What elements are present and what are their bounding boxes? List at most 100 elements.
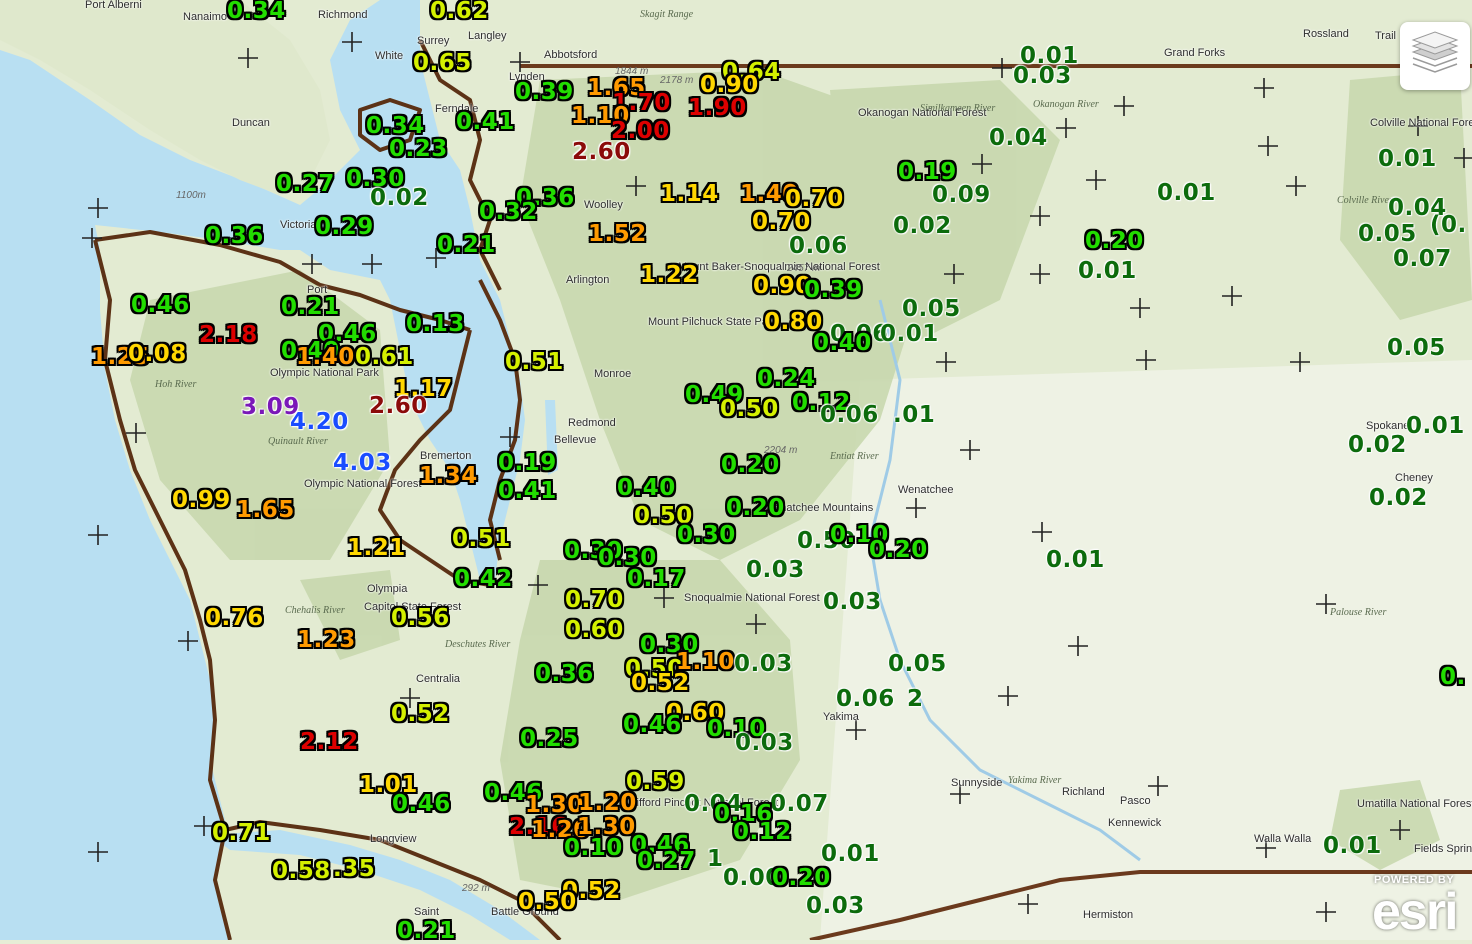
precip-value[interactable]: 0.02: [893, 215, 952, 238]
precip-value[interactable]: 0.04: [989, 127, 1048, 150]
precip-value[interactable]: 0.46: [623, 714, 682, 737]
precip-value[interactable]: 0.21: [281, 296, 340, 319]
precip-value[interactable]: 1.20: [578, 792, 637, 815]
precip-value[interactable]: 0.06: [789, 235, 848, 258]
precip-value[interactable]: 0.01: [1078, 260, 1137, 283]
precip-value[interactable]: 0.17: [627, 568, 686, 591]
precip-value[interactable]: 0.39: [515, 81, 574, 104]
precip-value[interactable]: 0.51: [452, 528, 511, 551]
precip-value[interactable]: 0.01: [880, 323, 939, 346]
layers-button[interactable]: [1400, 22, 1470, 90]
precip-value[interactable]: 0.21: [437, 234, 496, 257]
precip-value[interactable]: 0.07: [770, 793, 829, 816]
precip-value[interactable]: 1.22: [640, 264, 699, 287]
precip-value[interactable]: 0.46: [392, 793, 451, 816]
precip-value[interactable]: 0.19: [898, 161, 957, 184]
precip-value[interactable]: 0.05: [902, 298, 961, 321]
precip-value[interactable]: 0.90: [753, 275, 812, 298]
precip-value[interactable]: 1.23: [297, 629, 356, 652]
precip-value[interactable]: 0.03: [734, 653, 793, 676]
precip-value[interactable]: 0.34: [227, 0, 286, 23]
precip-value[interactable]: 0.13: [406, 313, 465, 336]
precip-value[interactable]: 0.60: [565, 619, 624, 642]
precip-value[interactable]: 0.20: [772, 867, 831, 890]
precip-value[interactable]: 0.70: [785, 188, 844, 211]
precip-value[interactable]: 0.65: [413, 52, 472, 75]
precip-value[interactable]: 0.51: [505, 351, 564, 374]
precip-value[interactable]: 0.71: [212, 822, 271, 845]
precip-value[interactable]: 0.01: [1323, 835, 1382, 858]
precip-value[interactable]: 2.18: [199, 324, 258, 347]
precip-value[interactable]: 0.23: [389, 138, 448, 161]
precip-value[interactable]: 0.20: [1085, 230, 1144, 253]
precip-value[interactable]: 1: [707, 848, 724, 871]
precip-value[interactable]: 0.99: [172, 489, 231, 512]
precip-value[interactable]: 1.21: [347, 537, 406, 560]
precip-value[interactable]: 0.09: [932, 184, 991, 207]
precip-value[interactable]: 0.70: [752, 211, 811, 234]
precip-value[interactable]: 0.03: [1013, 65, 1072, 88]
precip-value[interactable]: 0.05: [888, 653, 947, 676]
precip-value[interactable]: 0.03: [746, 559, 805, 582]
precip-value[interactable]: 0.36: [535, 663, 594, 686]
precip-value[interactable]: 0.34: [366, 115, 425, 138]
precip-value[interactable]: 0.06: [820, 404, 879, 427]
precip-value[interactable]: 0.36: [205, 225, 264, 248]
esri-attribution[interactable]: POWERED BY esri: [1372, 872, 1472, 941]
precip-value[interactable]: 4.03: [333, 452, 392, 475]
precip-value[interactable]: 0.25: [520, 728, 579, 751]
precip-value[interactable]: 0.19: [498, 452, 557, 475]
precip-value[interactable]: 0.12: [733, 821, 792, 844]
precip-value[interactable]: 2: [907, 688, 924, 711]
precip-value[interactable]: 0.32: [479, 201, 538, 224]
precip-value[interactable]: 0.20: [869, 539, 928, 562]
precip-value[interactable]: 0.20: [721, 454, 780, 477]
precip-value[interactable]: 1.52: [588, 223, 647, 246]
precip-value[interactable]: 0.40: [813, 332, 872, 355]
precip-value[interactable]: 1.14: [660, 183, 719, 206]
precip-value[interactable]: 0.05: [1387, 337, 1446, 360]
precip-value[interactable]: 0.03: [823, 591, 882, 614]
precip-value[interactable]: 2.60: [572, 141, 631, 164]
precip-value[interactable]: 0.50: [518, 891, 577, 914]
precip-value[interactable]: 0.01: [1046, 549, 1105, 572]
precip-value[interactable]: 1.34: [419, 465, 478, 488]
precip-value[interactable]: 0.02: [370, 187, 429, 210]
precip-value[interactable]: 0.46: [131, 294, 190, 317]
precip-value[interactable]: 0.03: [806, 895, 865, 918]
precip-value[interactable]: 0.30: [677, 524, 736, 547]
precip-value[interactable]: 0.01: [821, 843, 880, 866]
precip-value[interactable]: 0.01: [1157, 182, 1216, 205]
precip-value[interactable]: 2.12: [300, 731, 359, 754]
precip-value[interactable]: 0.62: [430, 0, 489, 23]
precip-value[interactable]: 0.03: [735, 732, 794, 755]
precip-value[interactable]: 1.40: [296, 346, 355, 369]
precip-value[interactable]: 0.76: [205, 607, 264, 630]
precip-value[interactable]: 0.52: [631, 672, 690, 695]
precip-value[interactable]: 0.24: [757, 368, 816, 391]
precip-value[interactable]: 0.41: [456, 111, 515, 134]
precip-value[interactable]: 0.42: [454, 568, 513, 591]
precip-value[interactable]: 0.27: [637, 850, 696, 873]
precip-value[interactable]: .01: [893, 404, 935, 427]
precip-value[interactable]: 0.06: [836, 688, 895, 711]
precip-value[interactable]: 0.56: [391, 607, 450, 630]
precip-value[interactable]: 0.29: [315, 216, 374, 239]
precip-value[interactable]: .35: [333, 858, 375, 881]
precip-value[interactable]: 0.07: [1393, 248, 1452, 271]
precip-value[interactable]: 0.61: [355, 346, 414, 369]
precip-value[interactable]: 0.08: [128, 343, 187, 366]
precip-value[interactable]: 0.05: [1358, 223, 1417, 246]
precip-value[interactable]: 0.27: [276, 173, 335, 196]
precip-value[interactable]: 0.40: [617, 477, 676, 500]
precip-value[interactable]: 1.90: [688, 97, 747, 120]
precip-value[interactable]: 0.01: [1378, 148, 1437, 171]
precip-value[interactable]: 0.39: [804, 279, 863, 302]
precip-value[interactable]: 0.50: [720, 398, 779, 421]
precip-value[interactable]: (0.: [1430, 214, 1467, 237]
precip-value[interactable]: 0.02: [1369, 487, 1428, 510]
precip-value[interactable]: 1.65: [236, 499, 295, 522]
precip-value[interactable]: 0.41: [498, 480, 557, 503]
precip-value[interactable]: 0.52: [391, 703, 450, 726]
precip-value[interactable]: 0.: [1440, 666, 1466, 689]
